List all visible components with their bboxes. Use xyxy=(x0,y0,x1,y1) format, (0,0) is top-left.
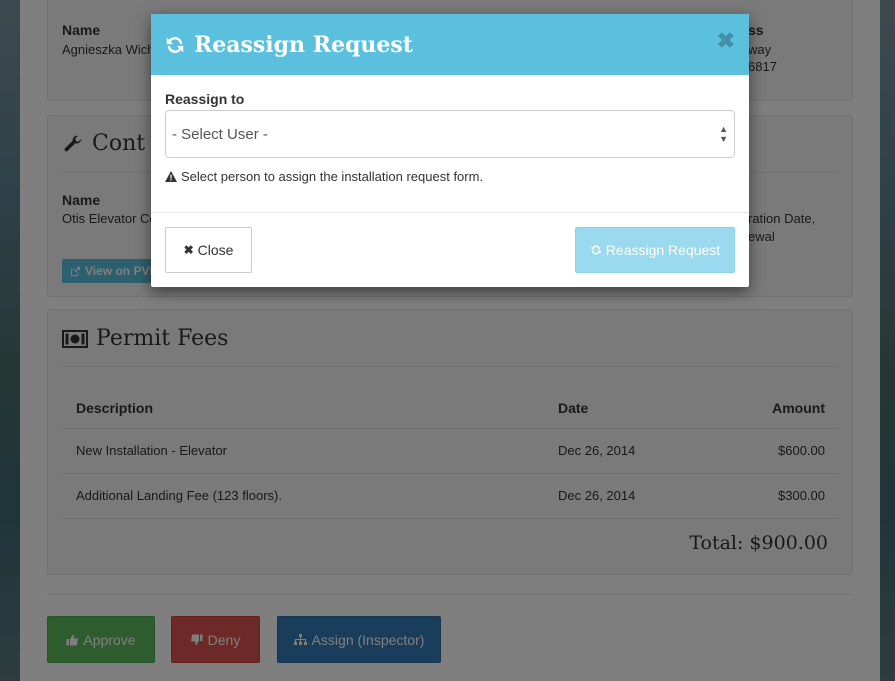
refresh-icon xyxy=(164,34,186,56)
help-text: Select person to assign the installation… xyxy=(165,169,483,184)
refresh-icon xyxy=(590,244,602,256)
reassign-request-button-label: Reassign Request xyxy=(605,242,721,258)
modal-header: Reassign Request ✖ xyxy=(151,14,749,75)
select-arrows-icon: ▲ ▼ xyxy=(719,124,728,144)
times-icon: ✖ xyxy=(183,243,194,257)
reassign-request-modal: Reassign Request ✖ Reassign to - Select … xyxy=(151,14,749,287)
close-button[interactable]: ✖ Close xyxy=(165,227,252,273)
modal-title: Reassign Request xyxy=(194,31,413,58)
help-text-label: Select person to assign the installation… xyxy=(181,169,484,184)
reassign-to-label: Reassign to xyxy=(165,91,245,107)
close-button-label: Close xyxy=(197,242,234,258)
close-icon[interactable]: ✖ xyxy=(717,30,735,52)
warning-icon xyxy=(165,171,177,182)
select-user-dropdown[interactable]: - Select User - ▲ ▼ xyxy=(165,110,735,158)
select-user-value: - Select User - xyxy=(172,125,268,143)
reassign-request-button[interactable]: Reassign Request xyxy=(575,227,735,273)
modal-footer-divider xyxy=(151,212,749,213)
